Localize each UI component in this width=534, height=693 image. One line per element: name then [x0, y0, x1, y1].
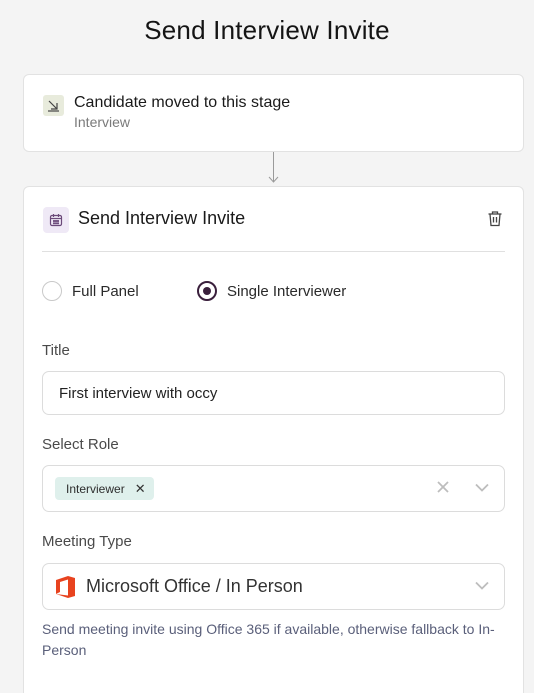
title-input[interactable] [42, 371, 505, 415]
radio-circle[interactable] [42, 281, 62, 301]
radio-circle[interactable] [197, 281, 217, 301]
radio-label: Single Interviewer [227, 282, 347, 300]
radio-single-interviewer[interactable]: Single Interviewer [197, 281, 346, 301]
clear-icon[interactable] [436, 480, 450, 494]
role-chip: Interviewer ✕ [55, 477, 154, 500]
page-title: Send Interview Invite [144, 15, 390, 45]
trigger-subtitle: Interview [74, 114, 131, 130]
delete-button[interactable] [487, 210, 503, 232]
title-label: Title [42, 342, 70, 359]
trigger-card: Candidate moved to this stage Interview [23, 74, 524, 152]
meeting-type-label: Meeting Type [42, 533, 132, 550]
trash-icon [488, 211, 502, 227]
role-select[interactable]: Interviewer ✕ [42, 465, 505, 512]
meeting-type-value: Microsoft Office / In Person [86, 576, 303, 596]
chip-remove-icon[interactable]: ✕ [135, 481, 146, 497]
chip-label: Interviewer [66, 481, 125, 496]
arrow-down-icon [268, 176, 279, 183]
trigger-title: Candidate moved to this stage [74, 94, 291, 111]
meeting-type-select[interactable]: Microsoft Office / In Person [42, 563, 505, 610]
action-title: Send Interview Invite [78, 208, 246, 228]
header-divider [42, 251, 505, 252]
arrow-down-right-icon [43, 95, 64, 116]
calendar-icon [43, 207, 69, 233]
action-card: Send Interview Invite Full Panel Single … [23, 186, 524, 693]
meeting-type-helper: Send meeting invite using Office 365 if … [42, 621, 495, 658]
role-label: Select Role [42, 436, 119, 453]
chevron-down-icon[interactable] [475, 581, 489, 590]
microsoft-office-icon [56, 576, 75, 598]
radio-label: Full Panel [72, 282, 139, 300]
radio-full-panel[interactable]: Full Panel [42, 281, 139, 301]
chevron-down-icon[interactable] [475, 483, 489, 492]
